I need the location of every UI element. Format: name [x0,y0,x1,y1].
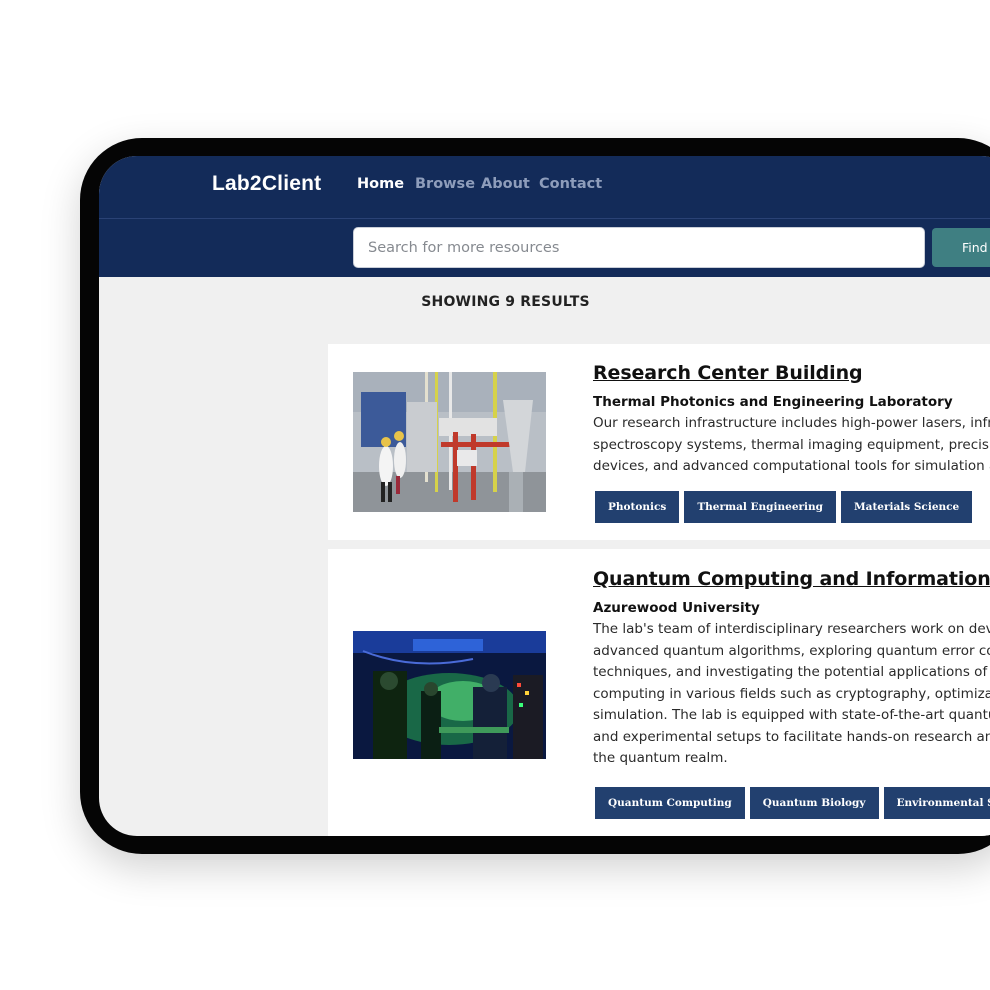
tag-quantum-biology[interactable]: Quantum Biology [749,787,879,819]
tag-list: Photonics Thermal Engineering Materials … [595,491,973,523]
nav-home[interactable]: Home [357,176,404,192]
description-line: the quantum realm. [593,750,728,766]
result-card: Quantum Computing and Information Lab Az… [328,549,990,836]
result-description: The lab's team of interdisciplinary rese… [593,619,990,770]
description-line: spectroscopy systems, thermal imaging eq… [593,436,990,453]
description-line: devices, and advanced computational tool… [593,458,990,474]
result-organization: Thermal Photonics and Engineering Labora… [593,394,953,410]
tag-quantum-computing[interactable]: Quantum Computing [595,787,745,819]
nav-about[interactable]: About [481,176,530,192]
result-title[interactable]: Quantum Computing and Information Lab [593,568,990,590]
result-description: Our research infrastructure includes hig… [593,413,990,478]
nav-browse[interactable]: Browse [415,176,475,192]
description-line: computing in various fields such as cryp… [593,685,990,702]
description-line: advanced quantum algorithms, exploring q… [593,642,990,659]
description-line: The lab's team of interdisciplinary rese… [593,621,990,637]
tag-materials-science[interactable]: Materials Science [841,491,973,523]
results-count: SHOWING 9 RESULTS [421,294,590,310]
tag-thermal-engineering[interactable]: Thermal Engineering [684,491,837,523]
description-line: techniques, and investigating the potent… [593,664,990,680]
lab-photo[interactable] [353,631,546,759]
lab-photo[interactable] [353,372,546,512]
site-logo[interactable]: Lab2Client [212,172,321,196]
description-line: simulation. The lab is equipped with sta… [593,707,990,723]
result-organization: Azurewood University [593,600,760,616]
browser-screen: Lab2Client Home Browse About Contact Fin… [99,156,990,836]
result-title[interactable]: Research Center Building [593,362,863,384]
tag-list: Quantum Computing Quantum Biology Enviro… [595,787,990,819]
result-card: Research Center Building Thermal Photoni… [328,344,990,540]
tag-photonics[interactable]: Photonics [595,491,680,523]
description-line: and experimental setups to facilitate ha… [593,728,990,745]
site-header: Lab2Client Home Browse About Contact Fin… [99,156,990,277]
nav-contact[interactable]: Contact [539,176,602,192]
find-resources-button[interactable]: Find R [932,228,990,267]
search-input[interactable] [353,227,925,268]
description-line: Our research infrastructure includes hig… [593,415,990,431]
header-divider [99,218,990,219]
tag-environmental-science[interactable]: Environmental Science [883,787,990,819]
